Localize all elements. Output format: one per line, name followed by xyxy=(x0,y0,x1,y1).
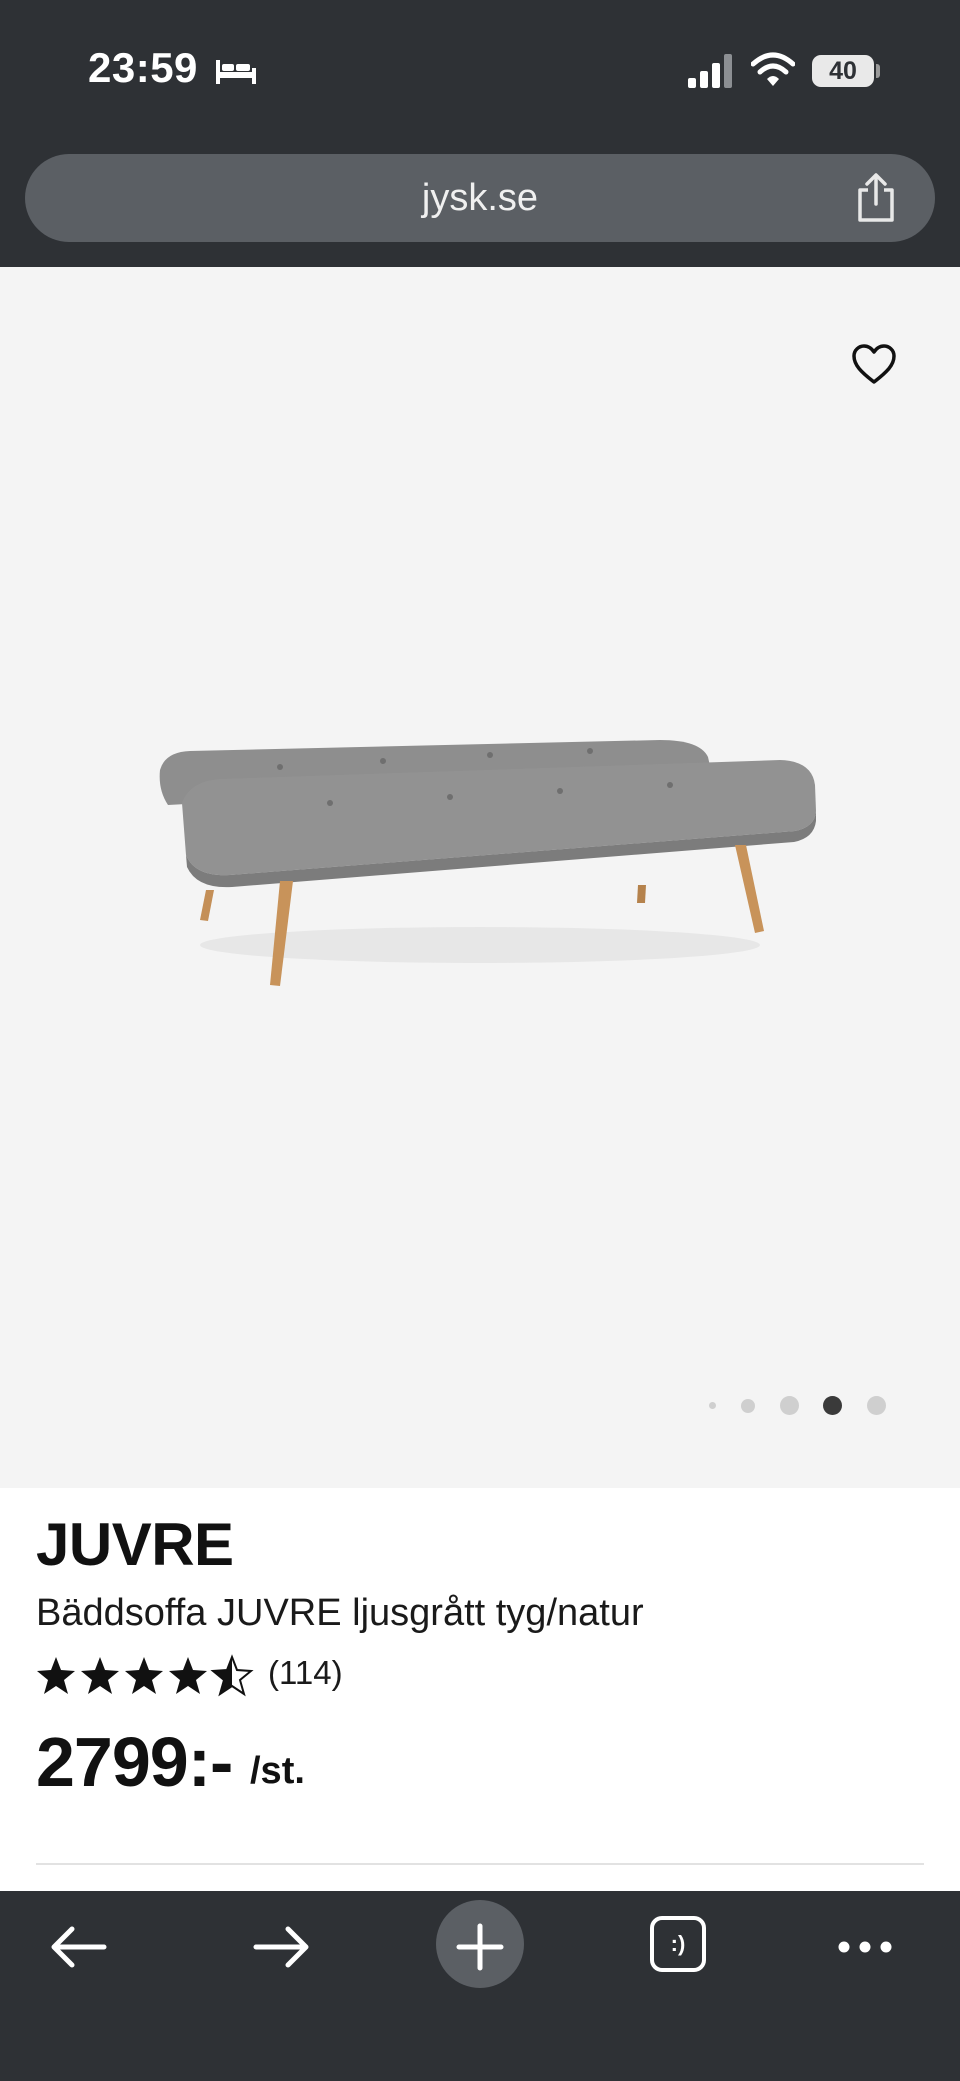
star-icon xyxy=(81,1657,119,1694)
rating-stars[interactable] xyxy=(36,1653,256,1697)
bed-icon xyxy=(216,60,256,84)
star-icon xyxy=(125,1657,163,1694)
status-time: 23:59 xyxy=(88,44,198,91)
forward-arrow-icon[interactable] xyxy=(246,1912,316,1982)
address-bar[interactable]: jysk.se xyxy=(25,154,935,242)
share-icon[interactable] xyxy=(852,172,900,224)
plus-icon[interactable] xyxy=(445,1912,515,1982)
divider xyxy=(36,1863,924,1865)
star-icon xyxy=(37,1657,75,1694)
pagination-dot-active[interactable] xyxy=(823,1396,842,1415)
wifi-icon xyxy=(751,52,795,86)
tabs-icon[interactable]: :) xyxy=(650,1916,706,1972)
back-arrow-icon[interactable] xyxy=(44,1912,114,1982)
product-name[interactable]: Bäddsoffa JUVRE ljusgrått tyg/natur xyxy=(36,1592,644,1635)
battery-tip xyxy=(876,64,880,78)
heart-icon[interactable] xyxy=(851,343,897,385)
star-icon xyxy=(169,1657,207,1694)
more-icon[interactable] xyxy=(830,1912,900,1982)
pagination-dot[interactable] xyxy=(709,1402,716,1409)
review-count[interactable]: (114) xyxy=(268,1654,343,1692)
price-unit: /st. xyxy=(250,1750,305,1792)
image-pagination[interactable] xyxy=(700,1393,900,1417)
signal-icon xyxy=(688,54,732,88)
sofa-product-image xyxy=(159,740,816,986)
pagination-dot[interactable] xyxy=(741,1399,755,1413)
url-text: jysk.se xyxy=(421,177,539,219)
product-brand: JUVRE xyxy=(36,1511,234,1578)
product-price: 2799:- xyxy=(36,1723,233,1801)
pagination-dot[interactable] xyxy=(867,1396,886,1415)
battery-icon: 40 xyxy=(812,55,874,87)
pagination-dot[interactable] xyxy=(780,1396,799,1415)
